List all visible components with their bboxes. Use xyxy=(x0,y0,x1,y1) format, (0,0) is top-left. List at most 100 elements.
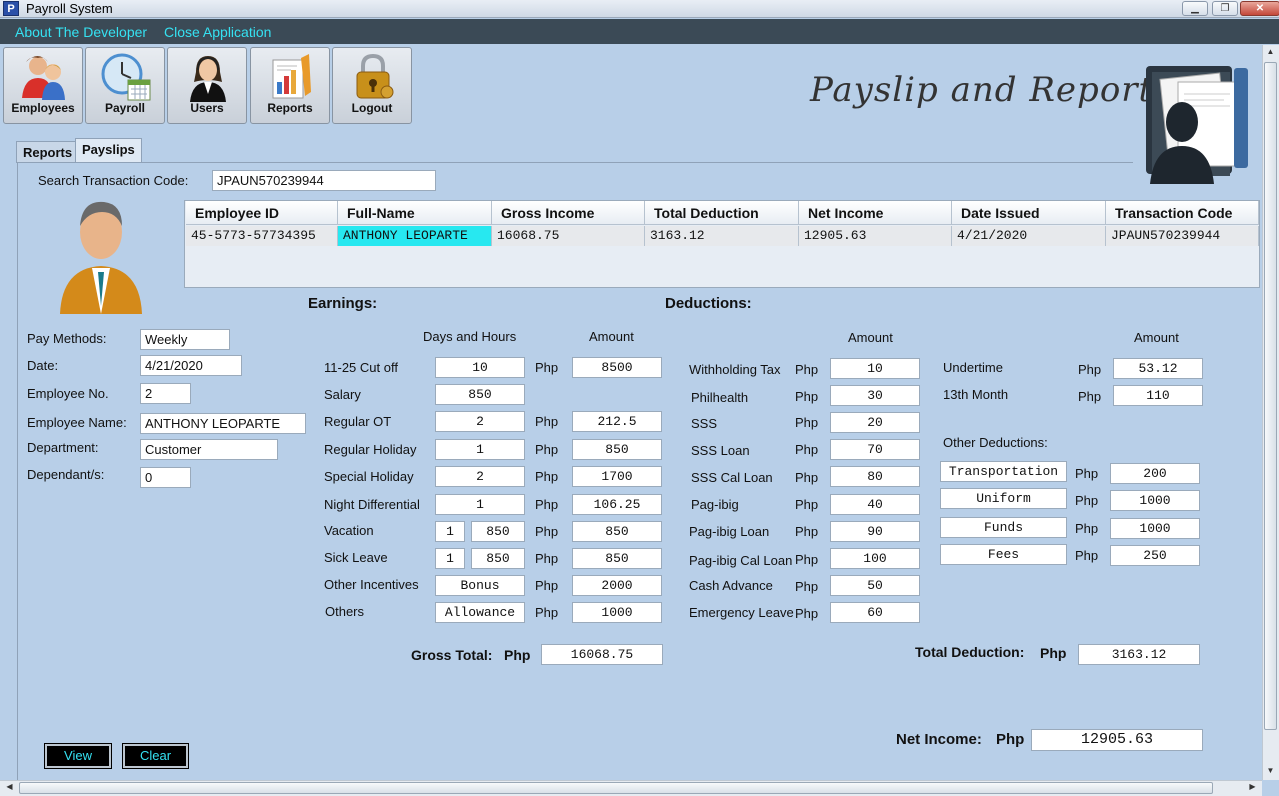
clear-button[interactable]: Clear xyxy=(122,743,189,769)
php-label: Php xyxy=(535,605,559,620)
table-cell[interactable]: 3163.12 xyxy=(645,226,799,246)
close-window-button[interactable]: ✕ xyxy=(1240,1,1279,16)
sss-field[interactable]: 20 xyxy=(830,412,920,433)
13th-month-field[interactable]: 110 xyxy=(1113,385,1203,406)
uniform-name-field[interactable]: Uniform xyxy=(940,488,1067,509)
gross-total-label: Gross Total: xyxy=(411,647,493,663)
php-label: Php xyxy=(535,497,559,512)
minimize-button[interactable]: ▁ xyxy=(1182,1,1208,16)
regular-holiday-amount-field[interactable]: 850 xyxy=(572,439,662,460)
vacation-rate-field[interactable]: 850 xyxy=(471,521,525,542)
table-cell[interactable]: 4/21/2020 xyxy=(952,226,1106,246)
fees-name-field[interactable]: Fees xyxy=(940,544,1067,565)
sick-leave-days-field[interactable]: 1 xyxy=(435,548,465,569)
total-deduction-field[interactable]: 3163.12 xyxy=(1078,644,1200,665)
col-date-issued[interactable]: Date Issued xyxy=(952,201,1106,225)
col-gross-income[interactable]: Gross Income xyxy=(492,201,645,225)
department-field[interactable]: Customer xyxy=(140,439,278,460)
emergency-leave-field[interactable]: 60 xyxy=(830,602,920,623)
table-cell-selected[interactable]: ANTHONY LEOPARTE xyxy=(338,226,492,246)
vertical-scroll-thumb[interactable] xyxy=(1264,62,1277,730)
table-cell[interactable]: 12905.63 xyxy=(799,226,952,246)
users-button[interactable]: Users xyxy=(167,47,247,124)
table-cell[interactable]: JPAUN570239944 xyxy=(1106,226,1259,246)
cutoff-amount-field[interactable]: 8500 xyxy=(572,357,662,378)
menu-close-application[interactable]: Close Application xyxy=(164,24,271,40)
others-amount-field[interactable]: 1000 xyxy=(572,602,662,623)
philhealth-field[interactable]: 30 xyxy=(830,385,920,406)
net-income-php-label: Php xyxy=(996,731,1025,748)
employees-button[interactable]: Employees xyxy=(3,47,83,124)
search-transaction-input[interactable]: JPAUN570239944 xyxy=(212,170,436,191)
col-employee-id[interactable]: Employee ID xyxy=(186,201,338,225)
transportation-name-field[interactable]: Transportation xyxy=(940,461,1067,482)
col-total-deduction[interactable]: Total Deduction xyxy=(645,201,799,225)
sick-leave-amount-field[interactable]: 850 xyxy=(572,548,662,569)
vacation-days-field[interactable]: 1 xyxy=(435,521,465,542)
other-deductions-label: Other Deductions: xyxy=(943,435,1048,450)
salary-field[interactable]: 850 xyxy=(435,384,525,405)
php-label: Php xyxy=(535,442,559,457)
regular-ot-hours-field[interactable]: 2 xyxy=(435,411,525,432)
table-cell[interactable]: 16068.75 xyxy=(492,226,645,246)
tab-panel-border-left xyxy=(17,162,18,780)
col-net-income[interactable]: Net Income xyxy=(799,201,952,225)
cash-advance-field[interactable]: 50 xyxy=(830,575,920,596)
col-full-name[interactable]: Full-Name xyxy=(338,201,492,225)
night-differential-hours-field[interactable]: 1 xyxy=(435,494,525,515)
undertime-field[interactable]: 53.12 xyxy=(1113,358,1203,379)
pay-methods-field[interactable]: Weekly xyxy=(140,329,230,350)
special-holiday-days-field[interactable]: 2 xyxy=(435,466,525,487)
view-button[interactable]: View xyxy=(44,743,112,769)
scroll-left-icon[interactable]: ◀ xyxy=(2,782,17,791)
regular-holiday-days-field[interactable]: 1 xyxy=(435,439,525,460)
reports-icon xyxy=(272,54,311,99)
table-cell[interactable]: 45-5773-57734395 xyxy=(186,226,338,246)
pag-ibig-loan-field[interactable]: 90 xyxy=(830,521,920,542)
horizontal-scroll-thumb[interactable] xyxy=(19,782,1213,794)
gross-php-label: Php xyxy=(504,647,531,663)
sss-cal-loan-field[interactable]: 80 xyxy=(830,466,920,487)
special-holiday-amount-field[interactable]: 1700 xyxy=(572,466,662,487)
transportation-amount-field[interactable]: 200 xyxy=(1110,463,1200,484)
night-differential-amount-field[interactable]: 106.25 xyxy=(572,494,662,515)
other-incentives-name-field[interactable]: Bonus xyxy=(435,575,525,596)
date-field[interactable]: 4/21/2020 xyxy=(140,355,242,376)
maximize-button[interactable]: ❐ xyxy=(1212,1,1238,16)
uniform-amount-field[interactable]: 1000 xyxy=(1110,490,1200,511)
logout-button[interactable]: Logout xyxy=(332,47,412,124)
vacation-amount-field[interactable]: 850 xyxy=(572,521,662,542)
13th-month-label: 13th Month xyxy=(943,387,1009,402)
employee-avatar xyxy=(60,201,142,314)
deductions-amount-heading: Amount xyxy=(848,330,893,345)
employee-no-field[interactable]: 2 xyxy=(140,383,191,404)
dependants-field[interactable]: 0 xyxy=(140,467,191,488)
fees-amount-field[interactable]: 250 xyxy=(1110,545,1200,566)
scroll-down-icon[interactable]: ▼ xyxy=(1263,766,1278,775)
other-incentives-amount-field[interactable]: 2000 xyxy=(572,575,662,596)
others-name-field[interactable]: Allowance xyxy=(435,602,525,623)
employee-name-field[interactable]: ANTHONY LEOPARTE xyxy=(140,413,306,434)
withholding-tax-field[interactable]: 10 xyxy=(830,358,920,379)
tab-payslips[interactable]: Payslips xyxy=(75,138,142,163)
reports-button[interactable]: Reports xyxy=(250,47,330,124)
scroll-up-icon[interactable]: ▲ xyxy=(1263,47,1278,56)
pag-ibig-label: Pag-ibig xyxy=(691,497,739,512)
undertime-label: Undertime xyxy=(943,360,1003,375)
net-income-field[interactable]: 12905.63 xyxy=(1031,729,1203,751)
pag-ibig-field[interactable]: 40 xyxy=(830,494,920,515)
sick-leave-rate-field[interactable]: 850 xyxy=(471,548,525,569)
pag-ibig-cal-loan-field[interactable]: 100 xyxy=(830,548,920,569)
padlock-icon xyxy=(356,53,394,99)
regular-ot-amount-field[interactable]: 212.5 xyxy=(572,411,662,432)
funds-amount-field[interactable]: 1000 xyxy=(1110,518,1200,539)
sss-loan-field[interactable]: 70 xyxy=(830,439,920,460)
cutoff-days-field[interactable]: 10 xyxy=(435,357,525,378)
col-transaction-code[interactable]: Transaction Code xyxy=(1106,201,1259,225)
payroll-button[interactable]: Payroll xyxy=(85,47,165,124)
scroll-right-icon[interactable]: ▶ xyxy=(1245,782,1260,791)
menu-about-developer[interactable]: About The Developer xyxy=(15,24,147,40)
tab-reports[interactable]: Reports xyxy=(16,141,80,163)
funds-name-field[interactable]: Funds xyxy=(940,517,1067,538)
gross-total-field[interactable]: 16068.75 xyxy=(541,644,663,665)
